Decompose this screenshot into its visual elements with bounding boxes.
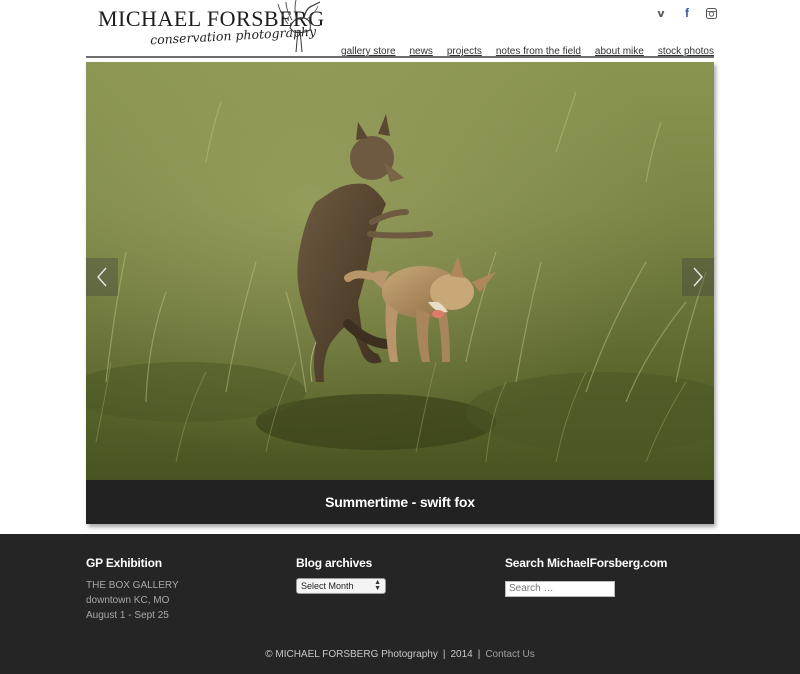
contact-us-link[interactable]: Contact Us — [485, 649, 534, 660]
vimeo-icon[interactable]: v — [654, 6, 668, 20]
search-title: Search MichaelForsberg.com — [505, 556, 668, 570]
slide-caption: Summertime - swift fox — [325, 494, 475, 510]
search-widget: Search MichaelForsberg.com — [505, 556, 667, 597]
header-divider — [86, 56, 714, 58]
separator: | — [477, 649, 481, 660]
archives-widget: Blog archives Select Month ▲ ▼ — [296, 556, 386, 594]
archives-select-value: Select Month — [301, 581, 354, 591]
exhibition-venue: THE BOX GALLERY — [86, 580, 179, 591]
instagram-icon[interactable] — [704, 6, 718, 20]
site-footer: GP Exhibition THE BOX GALLERY downtown K… — [0, 534, 800, 674]
chevron-right-icon — [693, 267, 703, 287]
slide-photo — [86, 62, 714, 480]
separator: | — [442, 649, 446, 660]
chevron-left-icon — [97, 267, 107, 287]
exhibition-dates: August 1 - Sept 25 — [86, 610, 169, 621]
exhibition-title: GP Exhibition — [86, 556, 162, 570]
archives-month-select[interactable]: Select Month ▲ ▼ — [296, 578, 386, 594]
prev-slide-button[interactable] — [86, 258, 118, 296]
exhibition-location: downtown KC, MO — [86, 595, 170, 606]
footer-bottom-bar: © MICHAEL FORSBERG Photography | 2014 | Cont… — [0, 649, 800, 660]
facebook-icon[interactable]: f — [680, 6, 694, 20]
select-arrows-icon: ▲ ▼ — [374, 579, 381, 592]
site-logo[interactable]: MICHAEL FORSBERG conservation photograph… — [96, 0, 326, 56]
search-input[interactable] — [505, 580, 615, 597]
exhibition-widget: GP Exhibition THE BOX GALLERY downtown K… — [86, 556, 179, 623]
heron-icon — [277, 0, 321, 53]
copyright-year: 2014 — [450, 649, 473, 660]
photo-slider: Summertime - swift fox — [86, 62, 714, 524]
copyright-text: © MICHAEL FORSBERG Photography — [265, 649, 438, 660]
next-slide-button[interactable] — [682, 258, 714, 296]
slide-caption-bar: Summertime - swift fox — [86, 480, 714, 524]
archives-title: Blog archives — [296, 556, 373, 570]
